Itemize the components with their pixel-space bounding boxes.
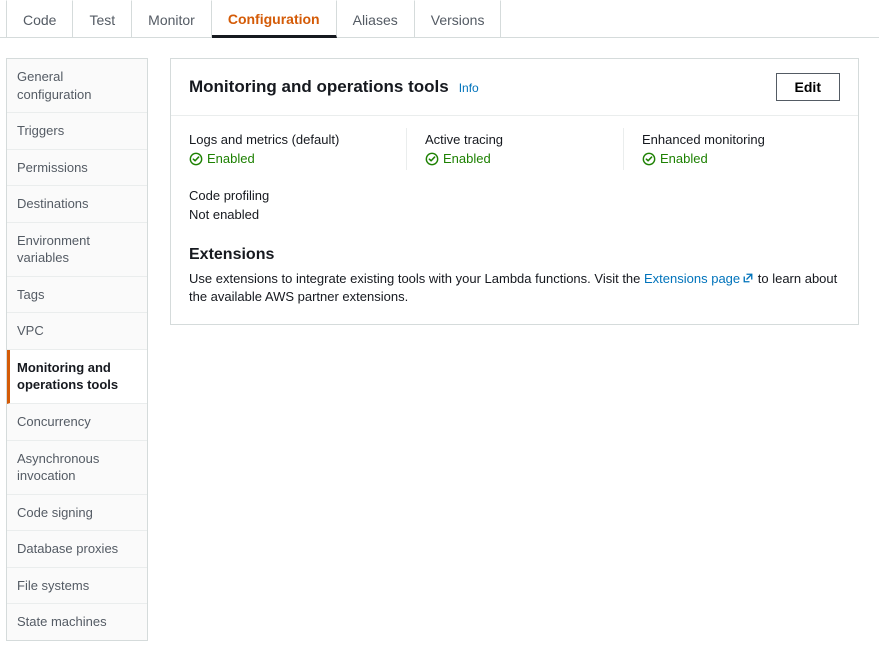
- extensions-title: Extensions: [189, 246, 840, 264]
- sidebar-item-code-signing[interactable]: Code signing: [7, 495, 147, 532]
- status-value: Enabled: [425, 151, 611, 166]
- tab-versions[interactable]: Versions: [415, 0, 502, 37]
- panel-header: Monitoring and operations tools Info Edi…: [171, 59, 858, 116]
- status-active-tracing: Active tracing Enabled: [406, 128, 623, 170]
- info-link[interactable]: Info: [459, 81, 479, 95]
- status-label: Logs and metrics (default): [189, 132, 394, 147]
- sidebar-item-monitoring[interactable]: Monitoring and operations tools: [7, 350, 147, 404]
- edit-button[interactable]: Edit: [776, 73, 840, 101]
- sidebar-item-environment-variables[interactable]: Environment variables: [7, 223, 147, 277]
- sidebar-item-async-invocation[interactable]: Asynchronous invocation: [7, 441, 147, 495]
- sidebar-item-destinations[interactable]: Destinations: [7, 186, 147, 223]
- extensions-description: Use extensions to integrate existing too…: [189, 270, 840, 306]
- status-logs-metrics: Logs and metrics (default) Enabled: [189, 128, 406, 170]
- sidebar-item-vpc[interactable]: VPC: [7, 313, 147, 350]
- sidebar-item-general[interactable]: General configuration: [7, 59, 147, 113]
- monitoring-panel: Monitoring and operations tools Info Edi…: [170, 58, 859, 325]
- sidebar-item-file-systems[interactable]: File systems: [7, 568, 147, 605]
- tab-monitor[interactable]: Monitor: [132, 0, 212, 37]
- status-enhanced-monitoring: Enhanced monitoring Enabled: [623, 128, 840, 170]
- check-circle-icon: [642, 152, 656, 166]
- status-label: Active tracing: [425, 132, 611, 147]
- sidebar-item-state-machines[interactable]: State machines: [7, 604, 147, 640]
- status-grid: Logs and metrics (default) Enabled Activ…: [171, 116, 858, 242]
- sidebar-item-triggers[interactable]: Triggers: [7, 113, 147, 150]
- check-circle-icon: [189, 152, 203, 166]
- status-value: Enabled: [642, 151, 828, 166]
- sidebar-item-permissions[interactable]: Permissions: [7, 150, 147, 187]
- panel-title: Monitoring and operations tools: [189, 77, 449, 97]
- status-text: Enabled: [660, 151, 708, 166]
- sidebar-item-concurrency[interactable]: Concurrency: [7, 404, 147, 441]
- status-text: Enabled: [207, 151, 255, 166]
- top-tabs: Code Test Monitor Configuration Aliases …: [0, 0, 879, 38]
- status-text: Not enabled: [189, 207, 259, 222]
- external-link-icon: [742, 271, 754, 283]
- extensions-section: Extensions Use extensions to integrate e…: [171, 242, 858, 324]
- status-code-profiling: Code profiling Not enabled: [189, 184, 406, 226]
- status-text: Enabled: [443, 151, 491, 166]
- extensions-text-pre: Use extensions to integrate existing too…: [189, 271, 644, 286]
- config-sidebar: General configuration Triggers Permissio…: [6, 58, 148, 641]
- check-circle-icon: [425, 152, 439, 166]
- sidebar-item-database-proxies[interactable]: Database proxies: [7, 531, 147, 568]
- status-value: Not enabled: [189, 207, 394, 222]
- status-label: Enhanced monitoring: [642, 132, 828, 147]
- tab-test[interactable]: Test: [73, 0, 132, 37]
- status-label: Code profiling: [189, 188, 394, 203]
- status-value: Enabled: [189, 151, 394, 166]
- tab-configuration[interactable]: Configuration: [212, 0, 337, 38]
- extensions-page-link[interactable]: Extensions page: [644, 271, 754, 286]
- tab-aliases[interactable]: Aliases: [337, 0, 415, 37]
- extensions-link-text: Extensions page: [644, 271, 740, 286]
- sidebar-item-tags[interactable]: Tags: [7, 277, 147, 314]
- tab-code[interactable]: Code: [6, 0, 73, 37]
